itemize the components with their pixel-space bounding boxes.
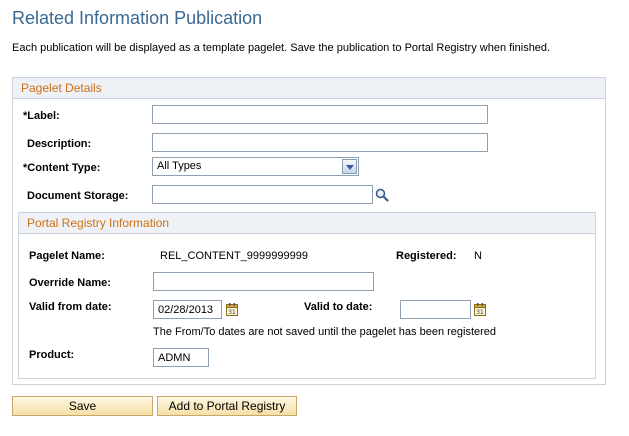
product-label: Product: <box>29 349 75 361</box>
pagelet-name-value: REL_CONTENT_9999999999 <box>160 250 308 262</box>
registered-label: Registered: <box>396 250 457 262</box>
magnifier-icon[interactable] <box>375 188 389 202</box>
svg-text:31: 31 <box>228 309 236 316</box>
description-input[interactable] <box>152 133 488 152</box>
registered-value: N <box>474 250 482 262</box>
calendar-icon[interactable]: 31 <box>474 303 486 316</box>
pagelet-details-title: Pagelet Details <box>21 81 102 95</box>
valid-from-input[interactable] <box>153 300 222 319</box>
pagelet-details-header: Pagelet Details <box>13 78 605 99</box>
override-name-label: Override Name: <box>29 277 111 289</box>
portal-registry-group: Portal Registry Information <box>18 212 596 379</box>
description-label: Description: <box>27 138 92 150</box>
product-input[interactable] <box>153 348 209 367</box>
page-instructions: Each publication will be displayed as a … <box>12 42 551 54</box>
chevron-down-icon[interactable] <box>342 159 357 174</box>
content-type-label: *Content Type: <box>23 162 101 174</box>
add-to-portal-registry-button[interactable]: Add to Portal Registry <box>157 396 297 416</box>
label-input[interactable] <box>152 105 488 124</box>
pagelet-name-label: Pagelet Name: <box>29 250 105 262</box>
valid-from-label: Valid from date: <box>29 301 112 313</box>
page-title: Related Information Publication <box>12 8 263 28</box>
document-storage-label: Document Storage: <box>27 190 129 202</box>
valid-to-label: Valid to date: <box>304 301 373 313</box>
content-type-selected-value: All Types <box>157 160 202 172</box>
override-name-input[interactable] <box>153 272 374 291</box>
valid-to-input[interactable] <box>400 300 471 319</box>
portal-registry-title: Portal Registry Information <box>27 216 170 230</box>
content-type-select[interactable]: All Types <box>152 157 359 176</box>
calendar-icon[interactable]: 31 <box>226 303 238 316</box>
label-field-label: *Label: <box>23 110 60 122</box>
svg-text:31: 31 <box>476 309 484 316</box>
portal-registry-header: Portal Registry Information <box>19 213 595 234</box>
save-button[interactable]: Save <box>12 396 153 416</box>
dates-note: The From/To dates are not saved until th… <box>153 326 497 338</box>
document-storage-input[interactable] <box>152 185 373 204</box>
